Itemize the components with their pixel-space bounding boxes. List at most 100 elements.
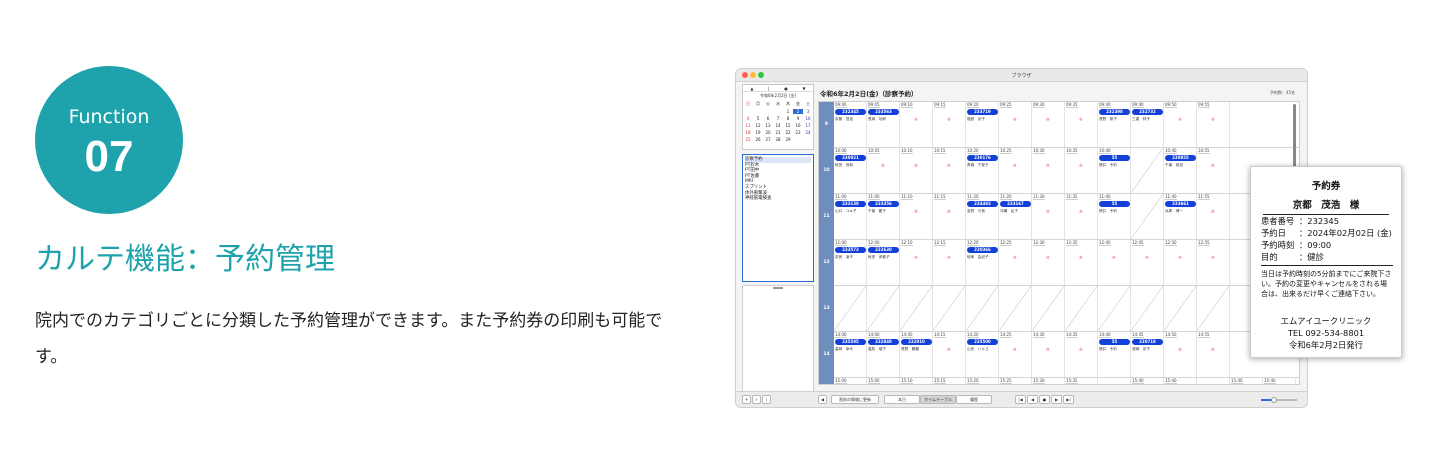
time-slot[interactable]: 15:40 bbox=[1164, 378, 1197, 384]
calendar-day[interactable]: 17 bbox=[803, 123, 813, 128]
time-slot[interactable]: 12:30 ※ bbox=[1032, 240, 1065, 285]
time-slot[interactable]: 09:25 ※ bbox=[999, 102, 1032, 147]
time-slot[interactable]: 10:35 ※ bbox=[1065, 148, 1098, 193]
time-slot[interactable] bbox=[933, 286, 966, 331]
patient-id-badge[interactable]: 233138 bbox=[835, 201, 866, 207]
time-slot[interactable]: 11:30 ※ bbox=[1032, 194, 1065, 239]
time-slot[interactable] bbox=[1131, 148, 1164, 193]
calendar-day[interactable]: 25 bbox=[743, 137, 753, 142]
patient-id-badge[interactable]: 235500 bbox=[967, 339, 998, 345]
time-slot[interactable]: 09:50 ※ bbox=[1164, 102, 1197, 147]
time-slot[interactable] bbox=[1131, 194, 1164, 239]
info-icon[interactable]: i bbox=[762, 395, 771, 404]
today-dot-button[interactable]: ● bbox=[1039, 395, 1050, 404]
time-slot[interactable] bbox=[1032, 286, 1065, 331]
time-slot[interactable]: 09:00 232345 京都 茂浩 bbox=[834, 102, 867, 147]
time-slot[interactable]: 12:00 232630 秋田 伊都子 bbox=[867, 240, 900, 285]
time-slot[interactable]: 10:05 ※ bbox=[867, 148, 900, 193]
prev-page-button[interactable]: ◀ bbox=[1027, 395, 1038, 404]
patient-id-badge[interactable]: 232345 bbox=[835, 109, 866, 115]
time-slot[interactable]: 15:15 bbox=[933, 378, 966, 384]
time-slot[interactable]: 10:25 ※ bbox=[999, 148, 1032, 193]
time-slot[interactable]: 10:40 230855 千葉 琉滋 bbox=[1164, 148, 1197, 193]
patient-id-badge[interactable]: 55 bbox=[1099, 201, 1130, 207]
time-slot[interactable] bbox=[1131, 286, 1164, 331]
time-slot[interactable]: 11:20 233167 沖縄 弘子 bbox=[999, 194, 1032, 239]
category-item[interactable]: 神経筋電検査 bbox=[745, 196, 811, 202]
calendar-day[interactable]: 6 bbox=[763, 116, 773, 121]
time-slot[interactable]: 09:15 ※ bbox=[933, 102, 966, 147]
calendar-day[interactable]: 28 bbox=[773, 137, 783, 142]
patient-id-badge[interactable]: 230719 bbox=[1132, 339, 1163, 345]
calendar-day[interactable]: 8 bbox=[783, 116, 793, 121]
patient-id-badge[interactable]: 232849 bbox=[868, 339, 899, 345]
patient-id-badge[interactable]: 232732 bbox=[1132, 109, 1163, 115]
time-slot[interactable]: 12:50 ※ bbox=[1164, 240, 1197, 285]
patient-id-badge[interactable]: 233573 bbox=[835, 247, 866, 253]
calendar-day[interactable]: 24 bbox=[803, 130, 813, 135]
time-slot[interactable]: 15:40 bbox=[1263, 378, 1296, 384]
calendar-day[interactable]: 21 bbox=[773, 130, 783, 135]
time-slot[interactable]: 11:00 233138 山口 ユキ子 bbox=[834, 194, 867, 239]
time-slot[interactable] bbox=[834, 286, 867, 331]
patient-id-badge[interactable]: 55 bbox=[1099, 339, 1130, 345]
time-slot[interactable]: 11:15 ※ bbox=[933, 194, 966, 239]
time-slot[interactable]: 10:00 230021 秋田 良和 bbox=[834, 148, 867, 193]
patient-id-badge[interactable]: 230021 bbox=[835, 155, 866, 161]
time-slot[interactable]: 09:35 ※ bbox=[1065, 102, 1098, 147]
view-history-button[interactable]: 履歴 bbox=[956, 395, 992, 404]
time-slot[interactable]: 15:35 bbox=[1065, 378, 1098, 384]
calendar-day[interactable]: 11 bbox=[743, 123, 753, 128]
calendar-day[interactable]: 14 bbox=[773, 123, 783, 128]
time-slot[interactable]: 15:20 bbox=[966, 378, 999, 384]
time-slot[interactable]: 09:20 233719 福島 京子 bbox=[966, 102, 999, 147]
check-button[interactable]: ✓ bbox=[752, 395, 761, 404]
patient-id-badge[interactable]: 232910 bbox=[901, 339, 932, 345]
patient-id-badge[interactable]: 230855 bbox=[1165, 155, 1196, 161]
calendar-day[interactable]: 20 bbox=[763, 130, 773, 135]
calendar-day[interactable]: 19 bbox=[753, 130, 763, 135]
time-slot[interactable]: 14:20 235500 山形 ハルヨ bbox=[966, 332, 999, 377]
time-slot[interactable]: 14:15 ※ bbox=[933, 332, 966, 377]
time-slot[interactable]: 11:10 ※ bbox=[900, 194, 933, 239]
time-slot[interactable]: 09:40 232398 長野 那子 bbox=[1098, 102, 1131, 147]
time-slot[interactable] bbox=[966, 286, 999, 331]
calendar-day[interactable]: 9 bbox=[793, 116, 803, 121]
view-today-button[interactable]: 本日 bbox=[884, 395, 920, 404]
reflect-button[interactable]: 直前の情報に更新 bbox=[831, 395, 879, 404]
time-slot[interactable]: 14:00 232849 高知 瑞子 bbox=[867, 332, 900, 377]
time-slot[interactable]: 12:35 ※ bbox=[1065, 240, 1098, 285]
calendar-nav-1[interactable]: | bbox=[768, 85, 769, 91]
time-slot[interactable] bbox=[1098, 378, 1131, 384]
calendar-day[interactable]: 3 bbox=[803, 109, 813, 114]
time-slot[interactable]: 10:55 ※ bbox=[1197, 148, 1230, 193]
calendar-day[interactable]: 22 bbox=[783, 130, 793, 135]
time-slot[interactable]: 15:00 bbox=[834, 378, 867, 384]
time-slot[interactable]: 14:25 ※ bbox=[999, 332, 1032, 377]
patient-id-badge[interactable]: 230366 bbox=[967, 247, 998, 253]
calendar-day[interactable]: 27 bbox=[763, 137, 773, 142]
time-slot[interactable]: 15:40 bbox=[1230, 378, 1263, 384]
patient-id-badge[interactable]: 233719 bbox=[967, 109, 998, 115]
time-slot[interactable] bbox=[1098, 286, 1131, 331]
time-slot[interactable]: 09:55 ※ bbox=[1197, 102, 1230, 147]
zoom-slider-knob[interactable] bbox=[1270, 397, 1277, 403]
patient-id-badge[interactable]: 230176 bbox=[967, 155, 998, 161]
time-slot[interactable]: 10:20 230176 青森 千夏子 bbox=[966, 148, 999, 193]
time-slot[interactable] bbox=[999, 286, 1032, 331]
time-slot[interactable]: 14:55 ※ bbox=[1197, 332, 1230, 377]
patient-id-badge[interactable]: 233563 bbox=[868, 109, 899, 115]
calendar-day[interactable]: 4 bbox=[743, 116, 753, 121]
last-page-button[interactable]: ▶| bbox=[1063, 395, 1074, 404]
time-slot[interactable]: 14:40 55 徳井 予約 bbox=[1098, 332, 1131, 377]
prev-button[interactable]: ◀ bbox=[818, 395, 827, 404]
time-slot[interactable] bbox=[1065, 286, 1098, 331]
calendar-day[interactable]: 26 bbox=[753, 137, 763, 142]
time-slot[interactable]: 10:30 ※ bbox=[1032, 148, 1065, 193]
time-slot[interactable]: 11:20 234483 滋賀 沙良 bbox=[966, 194, 999, 239]
time-slot[interactable]: 12:15 ※ bbox=[933, 240, 966, 285]
patient-id-badge[interactable]: 233661 bbox=[1165, 201, 1196, 207]
add-button[interactable]: + bbox=[742, 395, 751, 404]
calendar-day[interactable]: 18 bbox=[743, 130, 753, 135]
time-slot[interactable]: 09:40 232732 三重 絆子 bbox=[1131, 102, 1164, 147]
